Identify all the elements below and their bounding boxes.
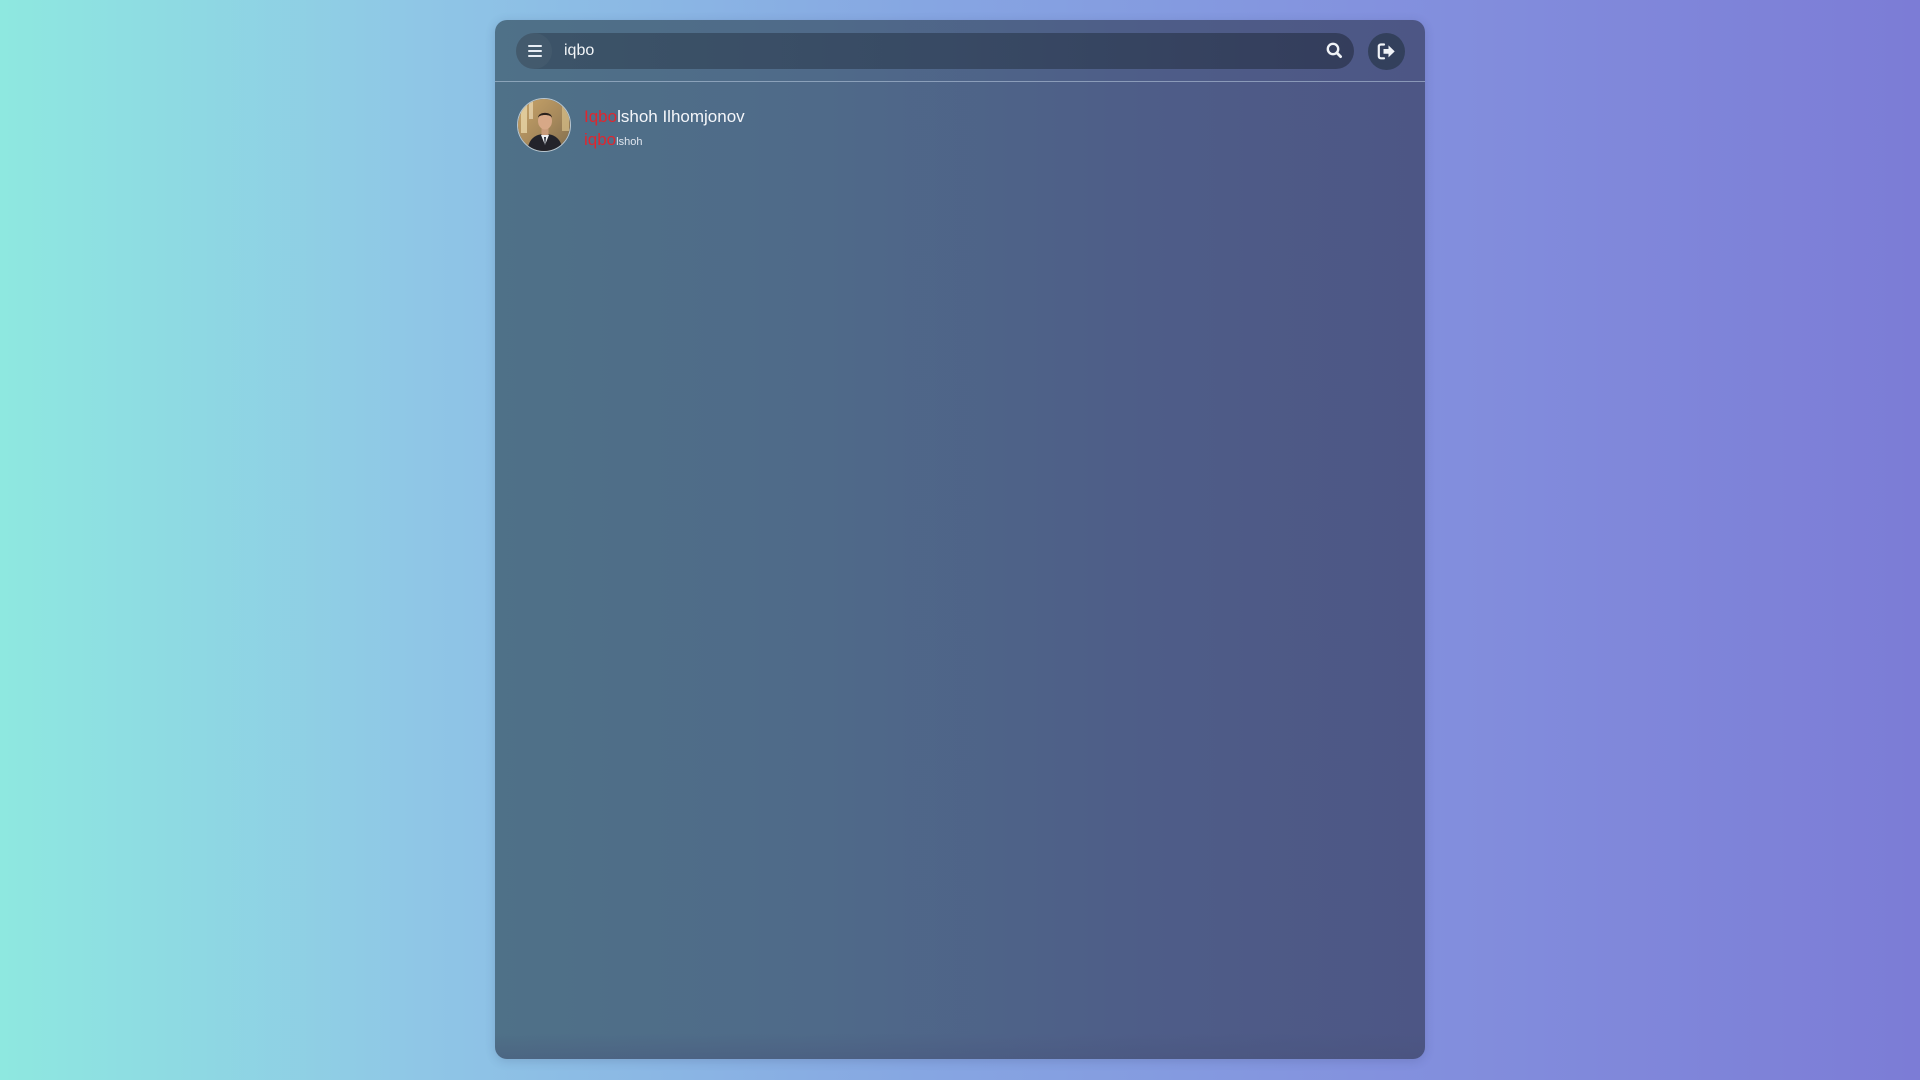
- search-bar: [516, 33, 1354, 69]
- panel-footer: [495, 1033, 1425, 1059]
- search-panel: Iqbolshoh Ilhomjonov iqbolshoh: [495, 20, 1425, 1059]
- user-avatar-photo: [518, 99, 570, 151]
- logout-button[interactable]: [1368, 33, 1405, 70]
- username-rest: lshoh: [616, 136, 643, 148]
- name-rest: lshoh Ilhomjonov: [617, 107, 745, 126]
- name-match-highlight: Iqbo: [584, 107, 618, 126]
- search-button[interactable]: [1316, 33, 1354, 69]
- sign-out-icon: [1377, 43, 1395, 60]
- search-icon: [1326, 42, 1343, 59]
- top-bar: [495, 20, 1425, 82]
- search-result-item[interactable]: Iqbolshoh Ilhomjonov iqbolshoh: [517, 98, 1397, 158]
- menu-button[interactable]: [516, 33, 552, 69]
- username-match-highlight: iqbo: [584, 130, 617, 149]
- search-input[interactable]: [564, 33, 1304, 69]
- result-full-name: Iqbolshoh Ilhomjonov: [584, 107, 745, 127]
- result-username: iqbolshoh: [584, 130, 642, 150]
- user-avatar: [517, 98, 571, 152]
